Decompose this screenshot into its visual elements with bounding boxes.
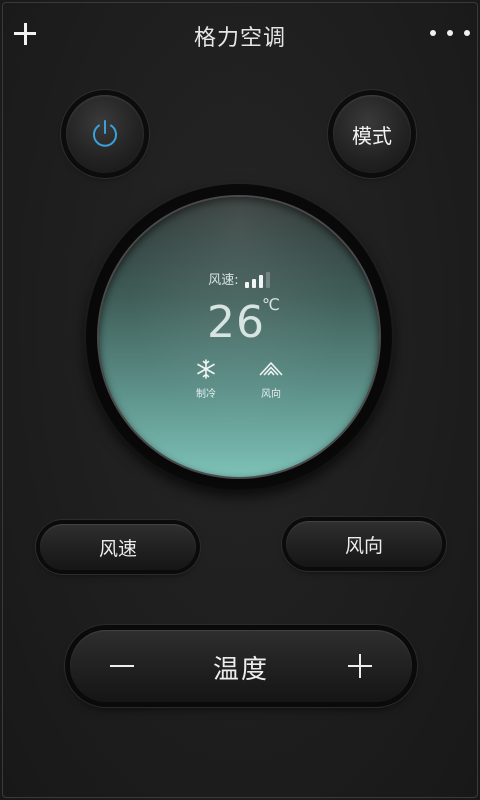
app-frame: 格力空调 模式 风速: 26 ℃ 制冷 风向 风速 风向 温度 (0, 0, 480, 800)
signal-bars-icon (244, 271, 270, 288)
mode-button-label: 模式 (352, 123, 392, 148)
signal-bar (265, 271, 270, 288)
temperature-value: 26 (207, 297, 265, 348)
swing-indicator: 风向 (251, 359, 291, 400)
dot (447, 30, 453, 36)
dot (464, 30, 470, 36)
dot (430, 30, 436, 36)
top-bar: 格力空调 (0, 0, 480, 72)
signal-bar (251, 278, 256, 288)
power-icon (93, 120, 117, 147)
swing-label: 风向 (261, 389, 281, 400)
fan-speed-button-label: 风速 (98, 537, 137, 560)
swing-icon (259, 362, 283, 376)
signal-bar (244, 282, 249, 288)
temperature-unit: ℃ (262, 295, 280, 314)
fan-speed-button[interactable]: 风速 (40, 524, 196, 570)
more-options-icon[interactable] (430, 18, 470, 48)
temperature-increase-button[interactable] (344, 650, 376, 682)
fan-direction-button[interactable]: 风向 (286, 521, 442, 567)
signal-bar (258, 275, 263, 288)
power-button[interactable] (66, 95, 144, 173)
fan-direction-button-label: 风向 (344, 534, 383, 557)
status-display: 风速: 26 ℃ 制冷 风向 (99, 197, 379, 477)
cool-mode-indicator: 制冷 (186, 359, 226, 400)
cool-mode-label: 制冷 (196, 389, 216, 400)
page-title: 格力空调 (193, 26, 286, 51)
fan-speed-readout: 风速: (99, 269, 379, 288)
fan-speed-readout-label: 风速: (208, 273, 239, 288)
snowflake-icon (197, 359, 215, 379)
temperature-control: 温度 (70, 630, 412, 702)
mode-button[interactable]: 模式 (333, 95, 411, 173)
